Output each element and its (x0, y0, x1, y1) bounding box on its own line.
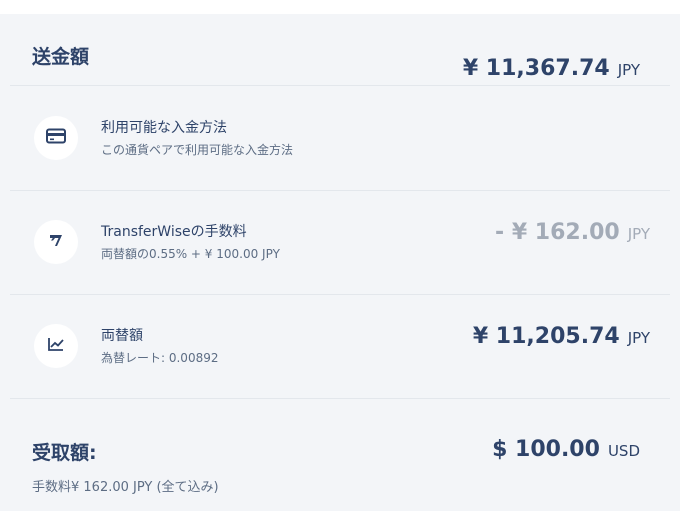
fee-title: TransferWiseの手数料 (101, 224, 247, 240)
receive-amount-number: $ 100.00 (492, 437, 600, 462)
fee-amount-value: - ¥ 162.00 JPY (495, 220, 650, 245)
exchange-icon-circle (34, 324, 78, 368)
credit-card-icon (46, 128, 66, 148)
payment-method-subtitle: この通貨ペアで利用可能な入金方法 (101, 143, 294, 157)
exchange-title: 両替額 (101, 328, 143, 344)
receive-fee-note: 手数料¥ 162.00 JPY (全て込み) (32, 480, 219, 495)
receive-amount-currency: USD (607, 442, 640, 460)
transfer-summary: 送金額 ¥ 11,367.74 JPY 利用可能な入金方法 この通貨ペアで利用可能… (0, 0, 680, 511)
payment-method-icon-circle (34, 116, 78, 160)
payment-method-row[interactable]: 利用可能な入金方法 この通貨ペアで利用可能な入金方法 (10, 86, 670, 191)
transferwise-logo-icon (48, 232, 64, 252)
fee-amount-number: - ¥ 162.00 (495, 220, 620, 245)
send-amount-value: ¥ 11,367.74 JPY (463, 56, 640, 81)
exchange-row: 両替額 為替レート: 0.00892 ¥ 11,205.74 JPY (10, 294, 670, 399)
exchange-rate: 為替レート: 0.00892 (101, 351, 219, 365)
exchange-amount-currency: JPY (627, 329, 650, 347)
receive-amount-value: $ 100.00 USD (492, 437, 640, 462)
send-amount-row: 送金額 ¥ 11,367.74 JPY (10, 14, 670, 86)
send-amount-label: 送金額 (32, 46, 90, 68)
exchange-amount-number: ¥ 11,205.74 (472, 324, 620, 349)
receive-amount-label: 受取額: (32, 442, 97, 464)
fee-subtitle: 両替額の0.55% + ¥ 100.00 JPY (101, 247, 280, 261)
exchange-amount-value: ¥ 11,205.74 JPY (473, 324, 650, 349)
fee-row: TransferWiseの手数料 両替額の0.55% + ¥ 100.00 JP… (10, 190, 670, 295)
payment-method-title: 利用可能な入金方法 (101, 120, 227, 136)
fee-amount-currency: JPY (627, 225, 650, 243)
send-amount-number: ¥ 11,367.74 (462, 56, 610, 81)
top-band (0, 0, 680, 14)
fee-icon-circle (34, 220, 78, 264)
send-amount-currency: JPY (617, 61, 640, 79)
chart-line-icon (47, 336, 65, 356)
